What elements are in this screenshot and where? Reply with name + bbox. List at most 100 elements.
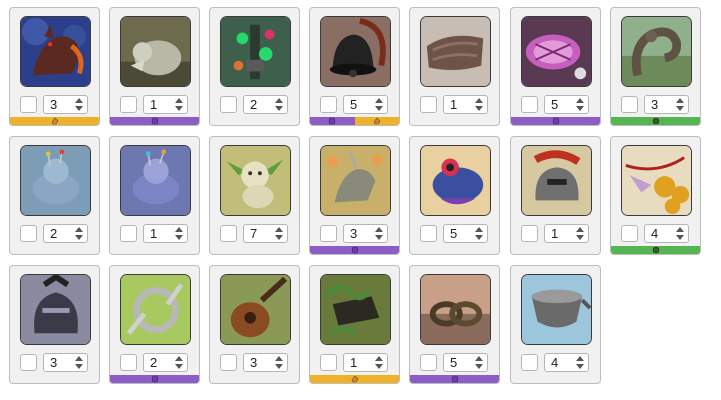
select-checkbox[interactable] [320, 96, 337, 113]
quantity-stepper[interactable]: 2 [243, 95, 288, 114]
spinner-arrows-icon[interactable] [75, 356, 83, 369]
select-checkbox[interactable] [521, 96, 538, 113]
quantity-stepper[interactable]: 1 [343, 353, 388, 372]
quantity-stepper[interactable]: 1 [544, 224, 589, 243]
select-checkbox[interactable] [521, 225, 538, 242]
spinner-arrows-icon[interactable] [576, 227, 584, 240]
item-card[interactable]: 3 [610, 7, 701, 126]
quantity-stepper[interactable]: 5 [443, 353, 488, 372]
quantity-stepper[interactable]: 3 [43, 95, 88, 114]
select-checkbox[interactable] [20, 225, 37, 242]
ring-blades-icon[interactable] [120, 274, 191, 345]
spinner-arrows-icon[interactable] [275, 356, 283, 369]
item-card[interactable]: 5 [409, 265, 500, 384]
item-card[interactable]: 5 [409, 136, 500, 255]
gem-totem-icon[interactable] [220, 16, 291, 87]
select-checkbox[interactable] [220, 354, 237, 371]
lute-icon[interactable] [220, 274, 291, 345]
item-card[interactable]: 1 [510, 136, 601, 255]
item-card[interactable]: 4 [510, 265, 601, 384]
item-card[interactable]: 5 [309, 7, 400, 126]
spinner-arrows-icon[interactable] [676, 98, 684, 111]
rock-slab-icon[interactable] [420, 16, 491, 87]
spinner-arrows-icon[interactable] [475, 356, 483, 369]
item-card[interactable]: 3 [9, 7, 100, 126]
item-card[interactable]: 1 [109, 7, 200, 126]
select-checkbox[interactable] [420, 96, 437, 113]
quantity-stepper[interactable]: 5 [343, 95, 388, 114]
spinner-arrows-icon[interactable] [576, 98, 584, 111]
select-checkbox[interactable] [20, 96, 37, 113]
spinner-arrows-icon[interactable] [275, 227, 283, 240]
spinner-arrows-icon[interactable] [75, 98, 83, 111]
item-card[interactable]: 3 [9, 265, 100, 384]
quantity-stepper[interactable]: 4 [544, 353, 589, 372]
quantity-stepper[interactable]: 2 [143, 353, 188, 372]
select-checkbox[interactable] [220, 96, 237, 113]
select-checkbox[interactable] [20, 354, 37, 371]
gladiator-helm-icon[interactable] [521, 145, 592, 216]
pincushion-mouse-blue-icon[interactable] [120, 145, 191, 216]
item-card[interactable]: 3 [209, 265, 300, 384]
select-checkbox[interactable] [320, 354, 337, 371]
item-card[interactable]: 4 [610, 136, 701, 255]
spinner-arrows-icon[interactable] [676, 227, 684, 240]
quantity-stepper[interactable]: 3 [43, 353, 88, 372]
spinner-arrows-icon[interactable] [175, 356, 183, 369]
item-card[interactable]: 3 [309, 136, 400, 255]
stone-serpent-icon[interactable] [621, 16, 692, 87]
spinner-arrows-icon[interactable] [576, 356, 584, 369]
select-checkbox[interactable] [120, 225, 137, 242]
item-card[interactable]: 7 [209, 136, 300, 255]
crystal-disc-icon[interactable] [521, 16, 592, 87]
knight-helm-icon[interactable] [20, 274, 91, 345]
item-card[interactable]: 2 [209, 7, 300, 126]
select-checkbox[interactable] [521, 354, 538, 371]
quantity-stepper[interactable]: 5 [544, 95, 589, 114]
beast-icon[interactable] [20, 16, 91, 87]
spinner-arrows-icon[interactable] [75, 227, 83, 240]
item-card[interactable]: 1 [109, 136, 200, 255]
quantity-stepper[interactable]: 3 [243, 353, 288, 372]
spinner-arrows-icon[interactable] [475, 227, 483, 240]
quantity-stepper[interactable]: 1 [143, 224, 188, 243]
quantity-stepper[interactable]: 1 [143, 95, 188, 114]
quantity-stepper[interactable]: 3 [644, 95, 689, 114]
frog-eye-icon[interactable] [420, 145, 491, 216]
item-card[interactable]: 2 [9, 136, 100, 255]
spinner-arrows-icon[interactable] [375, 356, 383, 369]
item-card[interactable]: 1 [409, 7, 500, 126]
unicorn-statue-icon[interactable] [320, 145, 391, 216]
bell-icon[interactable] [320, 16, 391, 87]
item-card[interactable]: 1 [309, 265, 400, 384]
select-checkbox[interactable] [420, 225, 437, 242]
orb-pendant-icon[interactable] [621, 145, 692, 216]
select-checkbox[interactable] [120, 354, 137, 371]
quantity-stepper[interactable]: 3 [343, 224, 388, 243]
vine-book-icon[interactable] [320, 274, 391, 345]
spinner-arrows-icon[interactable] [375, 227, 383, 240]
rope-knot-icon[interactable] [420, 274, 491, 345]
cauldron-icon[interactable] [521, 274, 592, 345]
select-checkbox[interactable] [621, 96, 638, 113]
select-checkbox[interactable] [220, 225, 237, 242]
item-card[interactable]: 2 [109, 265, 200, 384]
pincushion-mouse-icon[interactable] [20, 145, 91, 216]
quantity-stepper[interactable]: 7 [243, 224, 288, 243]
spinner-arrows-icon[interactable] [375, 98, 383, 111]
stone-beast-icon[interactable] [120, 16, 191, 87]
select-checkbox[interactable] [420, 354, 437, 371]
select-checkbox[interactable] [320, 225, 337, 242]
quantity-stepper[interactable]: 5 [443, 224, 488, 243]
spinner-arrows-icon[interactable] [175, 227, 183, 240]
select-checkbox[interactable] [621, 225, 638, 242]
quantity-stepper[interactable]: 2 [43, 224, 88, 243]
goblin-plush-icon[interactable] [220, 145, 291, 216]
spinner-arrows-icon[interactable] [275, 98, 283, 111]
spinner-arrows-icon[interactable] [175, 98, 183, 111]
quantity-stepper[interactable]: 1 [443, 95, 488, 114]
spinner-arrows-icon[interactable] [475, 98, 483, 111]
item-card[interactable]: 5 [510, 7, 601, 126]
select-checkbox[interactable] [120, 96, 137, 113]
quantity-stepper[interactable]: 4 [644, 224, 689, 243]
